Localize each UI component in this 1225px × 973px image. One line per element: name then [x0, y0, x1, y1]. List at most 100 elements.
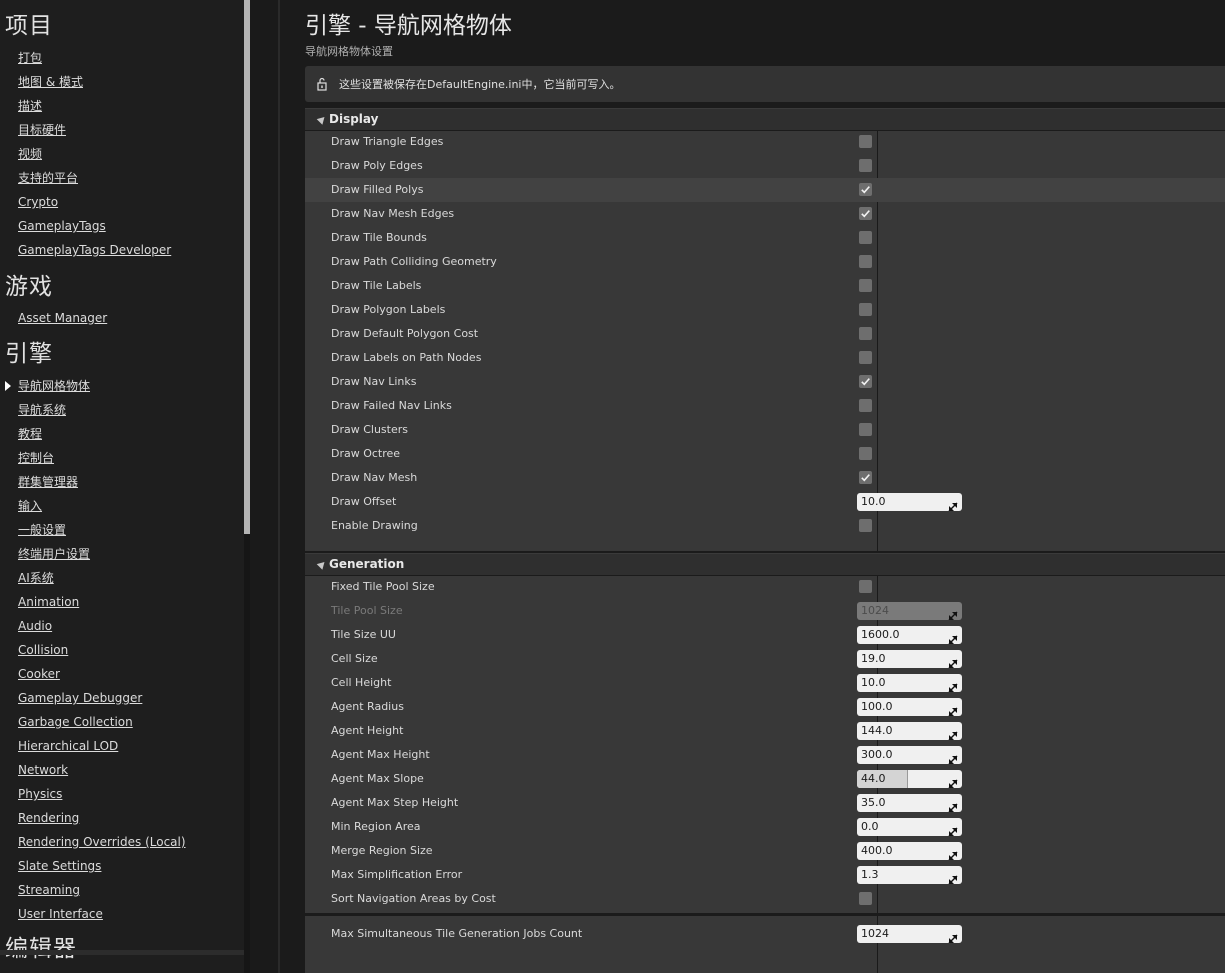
merge-region-size-field[interactable]: 400.0 — [857, 842, 962, 860]
draw-default-polygon-cost-checkbox[interactable] — [859, 327, 872, 340]
draw-labels-on-path-nodes-checkbox[interactable] — [859, 351, 872, 364]
drag-resize-icon[interactable] — [948, 630, 958, 644]
sidebar-item[interactable]: Slate Settings — [18, 858, 101, 874]
sidebar-item[interactable]: 视频 — [18, 146, 42, 162]
sidebar-item[interactable]: 控制台 — [18, 450, 54, 466]
draw-clusters-checkbox[interactable] — [859, 423, 872, 436]
sidebar-item[interactable]: 打包 — [18, 50, 42, 66]
max-simplification-error-field[interactable]: 1.3 — [857, 866, 962, 884]
field-value: 1.3 — [861, 868, 879, 881]
property-row-merge-region-size: Merge Region Size 400.0 — [305, 839, 1225, 863]
sidebar-item[interactable]: Streaming — [18, 882, 80, 898]
sidebar-item[interactable]: 导航网格物体 — [18, 378, 90, 394]
property-row-max-simplification-error: Max Simplification Error 1.3 — [305, 863, 1225, 887]
draw-tile-labels-checkbox[interactable] — [859, 279, 872, 292]
sidebar-item[interactable]: 地图 & 模式 — [18, 74, 83, 90]
sort-navigation-areas-by-cost-checkbox[interactable] — [859, 892, 872, 905]
sidebar-item[interactable]: Collision — [18, 642, 68, 658]
advanced-generation-body: Max Simultaneous Tile Generation Jobs Co… — [305, 916, 1225, 973]
sidebar-item[interactable]: AI系统 — [18, 570, 54, 586]
sidebar-item[interactable]: 描述 — [18, 98, 42, 114]
property-label: Merge Region Size — [331, 844, 433, 857]
property-row-agent-max-height: Agent Max Height 300.0 — [305, 743, 1225, 767]
sidebar-scrollbar-thumb[interactable] — [244, 0, 250, 534]
sidebar-item[interactable]: 一般设置 — [18, 522, 66, 538]
property-label: Draw Labels on Path Nodes — [331, 351, 482, 364]
sidebar-item[interactable]: 输入 — [18, 498, 42, 514]
sidebar-item[interactable]: Asset Manager — [18, 310, 107, 326]
property-label: Agent Radius — [331, 700, 404, 713]
sidebar-item[interactable]: Rendering — [18, 810, 79, 826]
draw-nav-mesh-checkbox[interactable] — [859, 471, 872, 484]
sidebar-item[interactable]: Gameplay Debugger — [18, 690, 142, 706]
fixed-tile-pool-size-checkbox[interactable] — [859, 580, 872, 593]
section-header-generation[interactable]: Generation — [305, 553, 1225, 575]
draw-nav-mesh-edges-checkbox[interactable] — [859, 207, 872, 220]
section-header-display[interactable]: Display — [305, 108, 1225, 130]
drag-resize-icon[interactable] — [948, 750, 958, 764]
draw-nav-links-checkbox[interactable] — [859, 375, 872, 388]
property-label: Draw Polygon Labels — [331, 303, 446, 316]
collapse-triangle-icon[interactable] — [316, 559, 328, 570]
drag-resize-icon[interactable] — [948, 497, 958, 511]
draw-triangle-edges-checkbox[interactable] — [859, 135, 872, 148]
sidebar-item[interactable]: Animation — [18, 594, 79, 610]
min-region-area-field[interactable]: 0.0 — [857, 818, 962, 836]
sidebar-item[interactable]: Hierarchical LOD — [18, 738, 118, 754]
property-row-draw-offset: Draw Offset 10.0 — [305, 490, 1225, 514]
property-row-draw-filled-polys: Draw Filled Polys — [305, 178, 1225, 202]
agent-max-height-field[interactable]: 300.0 — [857, 746, 962, 764]
sidebar-item[interactable]: Audio — [18, 618, 52, 634]
sidebar-item[interactable]: Cooker — [18, 666, 60, 682]
sidebar-item[interactable]: Garbage Collection — [18, 714, 133, 730]
drag-resize-icon[interactable] — [948, 846, 958, 860]
draw-offset-field[interactable]: 10.0 — [857, 493, 962, 511]
draw-octree-checkbox[interactable] — [859, 447, 872, 460]
draw-path-colliding-geometry-checkbox[interactable] — [859, 255, 872, 268]
cell-height-field[interactable]: 10.0 — [857, 674, 962, 692]
agent-height-field[interactable]: 144.0 — [857, 722, 962, 740]
draw-poly-edges-checkbox[interactable] — [859, 159, 872, 172]
draw-filled-polys-checkbox[interactable] — [859, 183, 872, 196]
collapse-triangle-icon[interactable] — [316, 114, 328, 125]
drag-resize-icon[interactable] — [948, 678, 958, 692]
sidebar-item[interactable]: User Interface — [18, 906, 103, 922]
sidebar-item[interactable]: 群集管理器 — [18, 474, 78, 490]
tile-size-uu-field[interactable]: 1600.0 — [857, 626, 962, 644]
draw-polygon-labels-checkbox[interactable] — [859, 303, 872, 316]
agent-max-slope-field[interactable]: 44.0 — [857, 770, 962, 788]
drag-resize-icon[interactable] — [948, 606, 958, 620]
field-value: 144.0 — [861, 724, 893, 737]
drag-resize-icon[interactable] — [948, 822, 958, 836]
drag-resize-icon[interactable] — [948, 798, 958, 812]
sidebar-item[interactable]: GameplayTags Developer — [18, 242, 171, 258]
sidebar-item[interactable]: GameplayTags — [18, 218, 106, 234]
sidebar-item[interactable]: Rendering Overrides (Local) — [18, 834, 186, 850]
sidebar-item[interactable]: 支持的平台 — [18, 170, 78, 186]
drag-resize-icon[interactable] — [948, 726, 958, 740]
agent-max-step-height-field[interactable]: 35.0 — [857, 794, 962, 812]
lock-icon[interactable] — [315, 77, 329, 91]
drag-resize-icon[interactable] — [948, 654, 958, 668]
sidebar-item[interactable]: 教程 — [18, 426, 42, 442]
sidebar-item[interactable]: Crypto — [18, 194, 58, 210]
drag-resize-icon[interactable] — [948, 702, 958, 716]
property-label: Max Simultaneous Tile Generation Jobs Co… — [331, 927, 583, 940]
draw-tile-bounds-checkbox[interactable] — [859, 231, 872, 244]
cell-size-field[interactable]: 19.0 — [857, 650, 962, 668]
drag-resize-icon[interactable] — [948, 929, 958, 943]
drag-resize-icon[interactable] — [948, 774, 958, 788]
sidebar-item[interactable]: Network — [18, 762, 68, 778]
property-row-draw-octree: Draw Octree — [305, 442, 1225, 466]
drag-resize-icon[interactable] — [948, 870, 958, 884]
agent-radius-field[interactable]: 100.0 — [857, 698, 962, 716]
sidebar-item[interactable]: 目标硬件 — [18, 122, 66, 138]
checkmark-icon — [861, 474, 870, 482]
active-item-arrow-icon — [5, 381, 11, 391]
sidebar-item[interactable]: Physics — [18, 786, 62, 802]
sidebar-item[interactable]: 导航系统 — [18, 402, 66, 418]
sidebar-item[interactable]: 终端用户设置 — [18, 546, 90, 562]
max-simultaneous-tile-generation-jobs-count-field[interactable]: 1024 — [857, 925, 962, 943]
enable-drawing-checkbox[interactable] — [859, 519, 872, 532]
draw-failed-nav-links-checkbox[interactable] — [859, 399, 872, 412]
